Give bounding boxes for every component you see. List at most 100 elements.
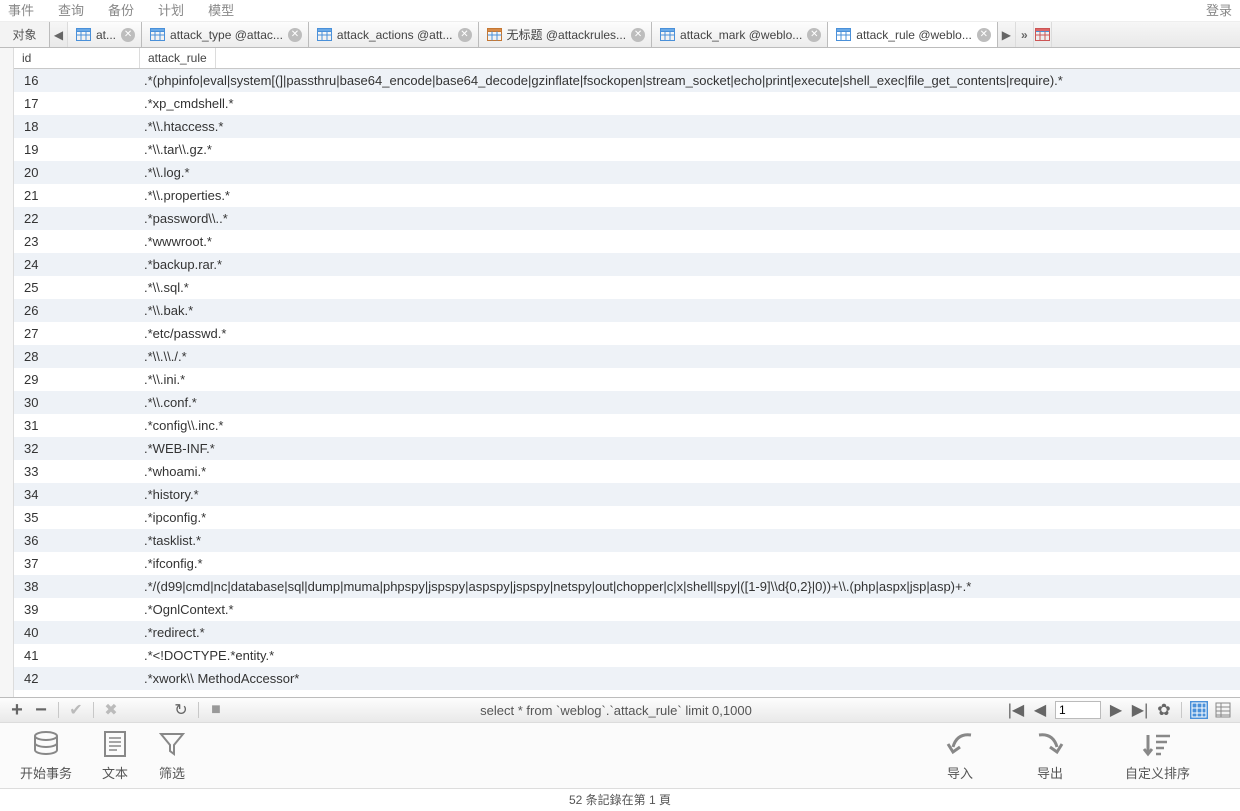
table-row[interactable]: 22.*password\\..* bbox=[14, 207, 1240, 230]
cell-id: 39 bbox=[14, 602, 140, 617]
cell-id: 35 bbox=[14, 510, 140, 525]
tab-label: attack_mark @weblo... bbox=[680, 28, 802, 42]
table-row[interactable]: 24.*backup.rar.* bbox=[14, 253, 1240, 276]
next-page-button[interactable]: ▶ bbox=[1107, 700, 1125, 720]
cell-id: 18 bbox=[14, 119, 140, 134]
table-row[interactable]: 37.*ifconfig.* bbox=[14, 552, 1240, 575]
column-header-id[interactable]: id bbox=[14, 48, 140, 68]
cell-id: 41 bbox=[14, 648, 140, 663]
tab-2[interactable]: attack_actions @att...✕ bbox=[309, 22, 479, 47]
tab-1[interactable]: attack_type @attac... ✕ bbox=[142, 22, 309, 47]
stop-button[interactable]: ■ bbox=[207, 701, 225, 719]
menu-query[interactable]: 查询 bbox=[58, 0, 84, 21]
table-row[interactable]: 29.*\\.ini.* bbox=[14, 368, 1240, 391]
cell-id: 20 bbox=[14, 165, 140, 180]
tab-4[interactable]: attack_mark @weblo... ✕ bbox=[652, 22, 828, 47]
new-tab-button[interactable] bbox=[1034, 22, 1052, 47]
table-row[interactable]: 25.*\\.sql.* bbox=[14, 276, 1240, 299]
remove-row-button[interactable]: − bbox=[32, 699, 50, 722]
table-row[interactable]: 18.*\\.htaccess.* bbox=[14, 115, 1240, 138]
menu-backup[interactable]: 备份 bbox=[108, 0, 134, 21]
cell-id: 25 bbox=[14, 280, 140, 295]
export-button[interactable]: 导出 bbox=[1035, 729, 1065, 782]
cell-rule: .*ipconfig.* bbox=[140, 510, 210, 525]
cell-rule: .*\\.sql.* bbox=[140, 280, 193, 295]
form-view-button[interactable] bbox=[1214, 701, 1232, 719]
table-row[interactable]: 19.*\\.tar\\.gz.* bbox=[14, 138, 1240, 161]
menubar: 事件 查询 备份 计划 模型 登录 bbox=[0, 0, 1240, 22]
page-number-input[interactable] bbox=[1055, 701, 1101, 719]
cancel-button[interactable]: ✖ bbox=[102, 700, 120, 720]
prev-page-button[interactable]: ◀ bbox=[1031, 700, 1049, 720]
close-icon[interactable]: ✕ bbox=[121, 28, 135, 42]
text-button[interactable]: 文本 bbox=[102, 729, 128, 782]
custom-sort-button[interactable]: 自定义排序 bbox=[1125, 729, 1190, 782]
cell-id: 36 bbox=[14, 533, 140, 548]
table-row[interactable]: 41.*<!DOCTYPE.*entity.* bbox=[14, 644, 1240, 667]
table-row[interactable]: 17.*xp_cmdshell.* bbox=[14, 92, 1240, 115]
table-row[interactable]: 30.*\\.conf.* bbox=[14, 391, 1240, 414]
close-icon[interactable]: ✕ bbox=[631, 28, 645, 42]
tab-objects[interactable]: 对象 bbox=[0, 22, 50, 47]
tabs-overflow[interactable]: » bbox=[1016, 22, 1034, 47]
refresh-button[interactable]: ↻ bbox=[172, 700, 190, 720]
cell-rule: .*\\.\\./.* bbox=[140, 349, 191, 364]
last-page-button[interactable]: ▶| bbox=[1131, 700, 1149, 720]
cell-rule: .*\\.ini.* bbox=[140, 372, 189, 387]
cell-rule: .*backup.rar.* bbox=[140, 257, 226, 272]
close-icon[interactable]: ✕ bbox=[458, 28, 472, 42]
cell-id: 23 bbox=[14, 234, 140, 249]
table-row[interactable]: 21.*\\.properties.* bbox=[14, 184, 1240, 207]
tab-label: at... bbox=[96, 28, 116, 42]
add-row-button[interactable]: + bbox=[8, 699, 26, 722]
table-row[interactable]: 42.*xwork\\ MethodAccessor* bbox=[14, 667, 1240, 690]
apply-button[interactable]: ✔ bbox=[67, 700, 85, 720]
cell-id: 42 bbox=[14, 671, 140, 686]
import-button[interactable]: 导入 bbox=[945, 729, 975, 782]
table-row[interactable]: 23.*wwwroot.* bbox=[14, 230, 1240, 253]
table-row[interactable]: 35.*ipconfig.* bbox=[14, 506, 1240, 529]
table-row[interactable]: 27.*etc/passwd.* bbox=[14, 322, 1240, 345]
table-row[interactable]: 26.*\\.bak.* bbox=[14, 299, 1240, 322]
cell-rule: .*xp_cmdshell.* bbox=[140, 96, 238, 111]
close-icon[interactable]: ✕ bbox=[977, 28, 991, 42]
cell-rule: .*tasklist.* bbox=[140, 533, 205, 548]
first-page-button[interactable]: |◀ bbox=[1007, 700, 1025, 720]
tabs-scroll-right[interactable]: ▶ bbox=[998, 22, 1016, 47]
filter-button[interactable]: 筛选 bbox=[158, 729, 186, 782]
sort-icon bbox=[1142, 729, 1172, 759]
menu-model[interactable]: 模型 bbox=[208, 0, 234, 21]
cell-rule: .*password\\..* bbox=[140, 211, 232, 226]
tabs-scroll-left[interactable]: ◀ bbox=[50, 22, 68, 47]
menu-login[interactable]: 登录 bbox=[1206, 0, 1232, 21]
tab-label: attack_type @attac... bbox=[170, 28, 283, 42]
menu-event[interactable]: 事件 bbox=[8, 0, 34, 21]
table-row[interactable]: 20.*\\.log.* bbox=[14, 161, 1240, 184]
cell-id: 24 bbox=[14, 257, 140, 272]
close-icon[interactable]: ✕ bbox=[807, 28, 821, 42]
table-row[interactable]: 40.*redirect.* bbox=[14, 621, 1240, 644]
table-row[interactable]: 39.*OgnlContext.* bbox=[14, 598, 1240, 621]
database-icon bbox=[32, 729, 60, 759]
cell-rule: .*\\.properties.* bbox=[140, 188, 234, 203]
table-row[interactable]: 32.*WEB-INF.* bbox=[14, 437, 1240, 460]
funnel-icon bbox=[158, 729, 186, 759]
begin-transaction-button[interactable]: 开始事务 bbox=[20, 729, 72, 782]
tab-3[interactable]: 无标题 @attackrules...✕ bbox=[479, 22, 653, 47]
data-grid: id attack_rule 16.*(phpinfo|eval|system[… bbox=[0, 48, 1240, 697]
menu-schedule[interactable]: 计划 bbox=[158, 0, 184, 21]
close-icon[interactable]: ✕ bbox=[288, 28, 302, 42]
column-header-rule[interactable]: attack_rule bbox=[140, 48, 216, 68]
table-row[interactable]: 16.*(phpinfo|eval|system[(]|passthru|bas… bbox=[14, 69, 1240, 92]
table-row[interactable]: 38.*/(d99|cmd|nc|database|sql|dump|muma|… bbox=[14, 575, 1240, 598]
tab-5[interactable]: attack_rule @weblo...✕ bbox=[828, 22, 998, 47]
grid-toolbar: + − ✔ ✖ ↻ ■ select * from `weblog`.`atta… bbox=[0, 697, 1240, 723]
table-row[interactable]: 31.*config\\.inc.* bbox=[14, 414, 1240, 437]
table-row[interactable]: 36.*tasklist.* bbox=[14, 529, 1240, 552]
table-row[interactable]: 28.*\\.\\./.* bbox=[14, 345, 1240, 368]
table-row[interactable]: 33.*whoami.* bbox=[14, 460, 1240, 483]
tab-0[interactable]: at... ✕ bbox=[68, 22, 142, 47]
settings-button[interactable]: ✿ bbox=[1155, 700, 1173, 720]
grid-view-button[interactable] bbox=[1190, 701, 1208, 719]
table-row[interactable]: 34.*history.* bbox=[14, 483, 1240, 506]
